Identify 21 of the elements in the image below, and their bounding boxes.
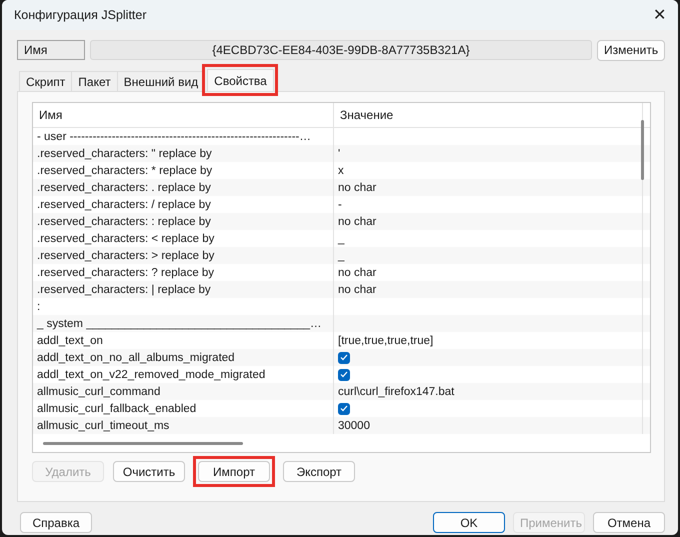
panel-button[interactable]: Экспорт xyxy=(283,461,355,482)
table-cell: 30000 xyxy=(334,417,643,434)
tab[interactable]: Скрипт xyxy=(19,71,72,91)
window-title: Конфигурация JSplitter xyxy=(14,8,147,22)
tab[interactable]: Свойства xyxy=(207,69,274,91)
vertical-scrollbar[interactable] xyxy=(641,120,644,180)
name-label: Имя xyxy=(17,40,85,60)
close-button[interactable]: ✕ xyxy=(653,5,666,25)
name-field: {4ECBD73C-EE84-403E-99DB-8A77735B321A} xyxy=(90,40,592,60)
help-button[interactable]: Справка xyxy=(20,512,92,533)
column-header[interactable]: Имя xyxy=(33,103,334,127)
table-cell: allmusic_curl_timeout_ms xyxy=(33,417,334,434)
dialog-button[interactable]: OK xyxy=(433,512,505,533)
change-button[interactable]: Изменить xyxy=(597,40,665,60)
checkbox[interactable] xyxy=(338,352,350,364)
checkbox[interactable] xyxy=(338,402,350,414)
panel-button[interactable]: Импорт xyxy=(198,461,270,482)
checkbox[interactable] xyxy=(338,368,350,380)
panel-button[interactable]: Очистить xyxy=(113,461,185,482)
horizontal-scrollbar[interactable] xyxy=(43,442,243,444)
dialog-button[interactable]: Отмена xyxy=(593,512,665,533)
